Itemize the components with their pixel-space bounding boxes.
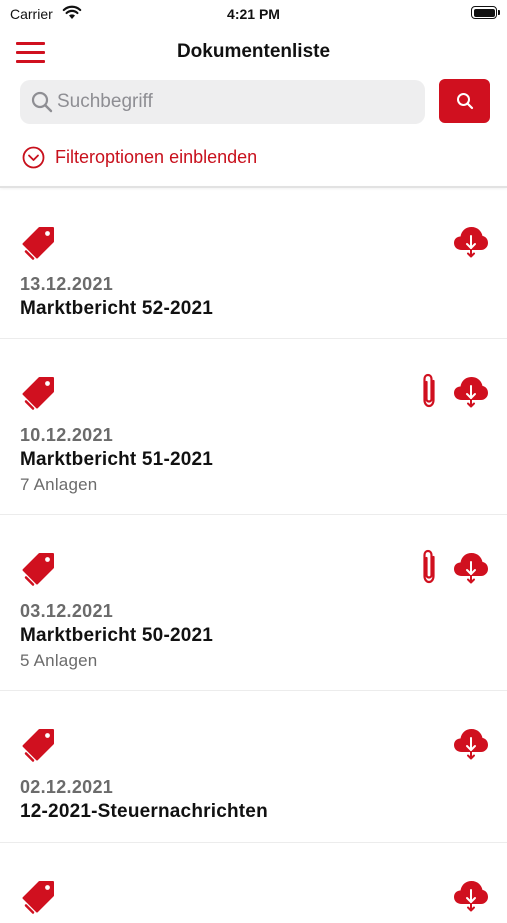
tag-icon	[20, 375, 56, 416]
document-item[interactable]: 02.12.2021 12-2021-Steuernachrichten	[0, 691, 507, 843]
search-box[interactable]	[20, 80, 425, 124]
tag-icon	[20, 727, 56, 768]
cloud-download-icon[interactable]	[453, 726, 489, 765]
tag-icon	[20, 551, 56, 592]
battery-icon	[471, 6, 500, 19]
document-item[interactable]	[0, 843, 507, 923]
menu-button[interactable]	[16, 42, 46, 64]
divider	[0, 186, 507, 188]
paperclip-icon[interactable]	[419, 549, 441, 590]
cloud-download-icon[interactable]	[453, 224, 489, 263]
document-item[interactable]: 10.12.2021 Marktbericht 51-2021 7 Anlage…	[0, 339, 507, 515]
cloud-download-icon[interactable]	[453, 550, 489, 589]
document-attachments: 5 Anlagen	[20, 651, 98, 670]
tag-icon	[20, 225, 56, 266]
page-title: Dokumentenliste	[176, 41, 331, 62]
document-date: 10.12.2021	[20, 425, 114, 445]
document-date: 02.12.2021	[20, 777, 114, 797]
status-bar: Carrier 4:21 PM	[0, 0, 507, 30]
navigation-bar: Dokumentenliste	[0, 30, 507, 74]
search-button[interactable]	[439, 79, 490, 123]
document-title: 12-2021-Steuernachrichten	[20, 801, 268, 822]
chevron-down-circle-icon	[22, 146, 45, 174]
document-list: 13.12.2021 Marktbericht 52-2021 10.12.20…	[0, 189, 507, 923]
document-date: 03.12.2021	[20, 601, 114, 621]
document-title: Marktbericht 50-2021	[20, 625, 214, 646]
cloud-download-icon[interactable]	[453, 374, 489, 413]
paperclip-icon[interactable]	[419, 373, 441, 414]
document-item[interactable]: 03.12.2021 Marktbericht 50-2021 5 Anlage…	[0, 515, 507, 691]
document-date: 13.12.2021	[20, 274, 114, 294]
search-icon	[31, 91, 53, 118]
document-attachments: 7 Anlagen	[20, 475, 98, 494]
cloud-download-icon[interactable]	[453, 878, 489, 917]
document-item[interactable]: 13.12.2021 Marktbericht 52-2021	[0, 189, 507, 339]
document-title: Marktbericht 51-2021	[20, 449, 214, 470]
search-button-icon	[457, 93, 474, 110]
search-input[interactable]	[57, 80, 417, 124]
filter-options-label: Filteroptionen einblenden	[55, 147, 258, 167]
search-row	[0, 78, 507, 126]
status-time: 4:21 PM	[227, 6, 280, 22]
document-title: Marktbericht 52-2021	[20, 298, 214, 319]
